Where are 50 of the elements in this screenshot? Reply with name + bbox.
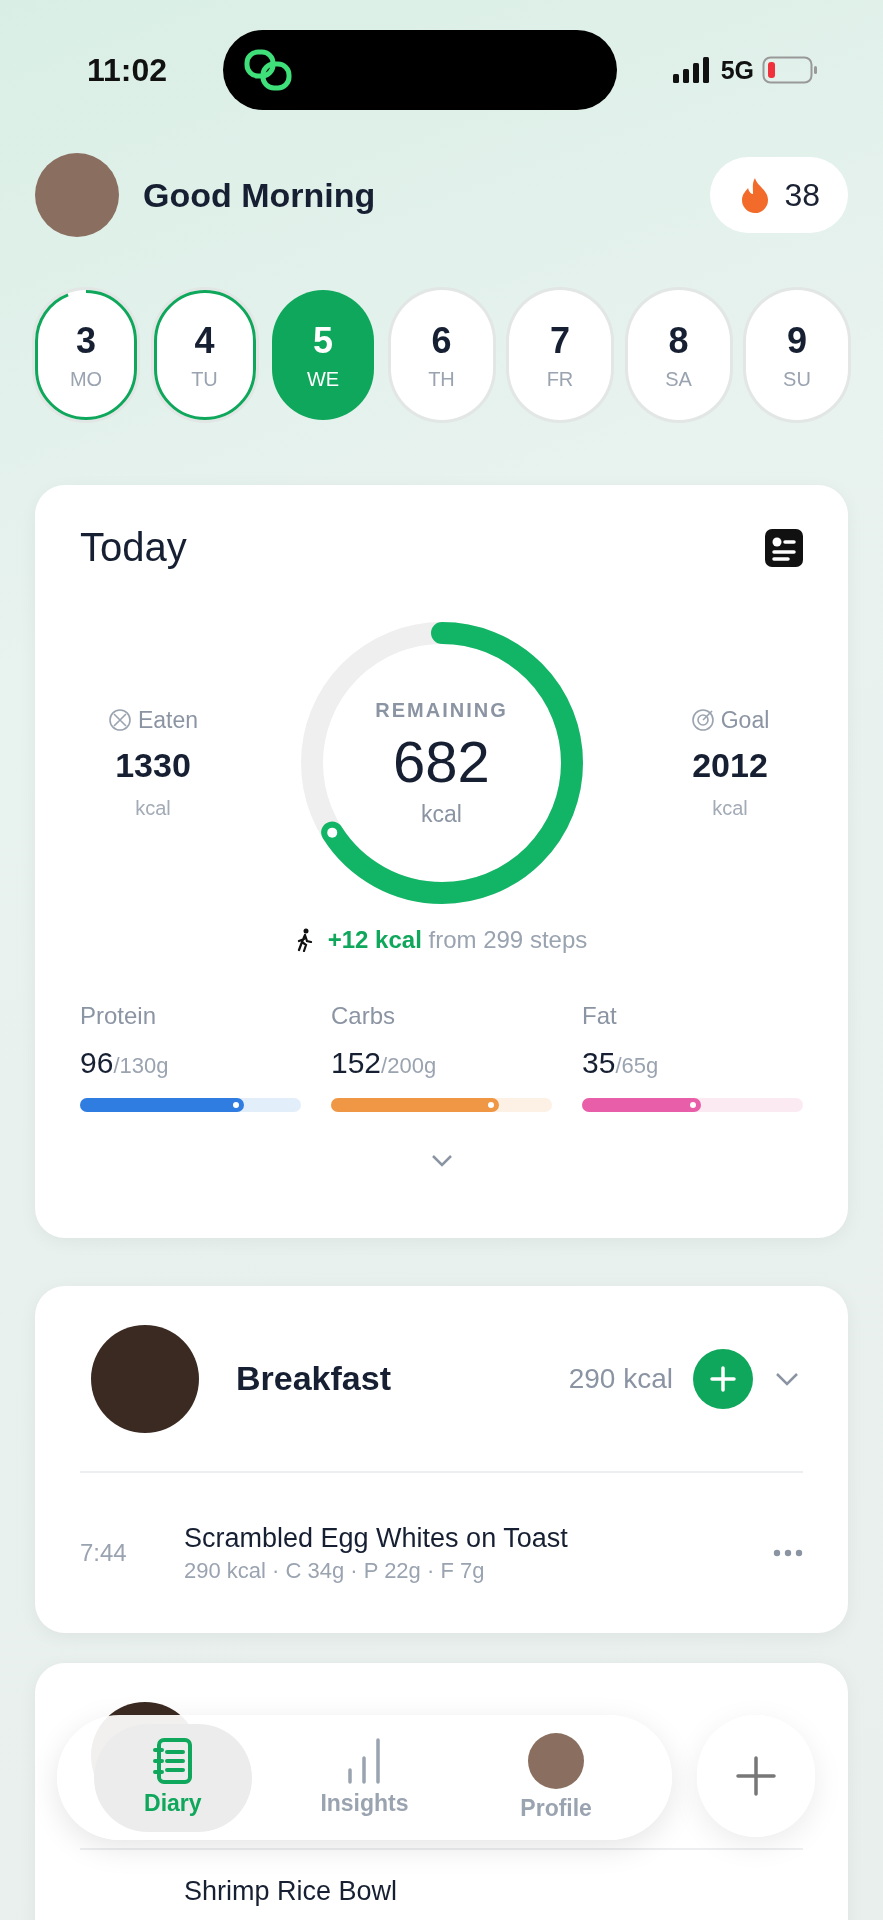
plus-icon [736,1756,776,1796]
streak-count: 38 [784,176,820,214]
stat-label: Eaten [137,706,199,734]
bar-chart-icon [346,1738,383,1784]
notebook-icon [152,1738,193,1784]
status-time: 11:02 [87,51,168,89]
flame-icon [740,177,771,213]
battery-icon [762,56,818,84]
entry-time: 7:44 [80,1539,128,1567]
macro-label: Carbs [331,1002,397,1030]
plus-icon [710,1365,736,1392]
day-tab[interactable]: 3 MO [35,290,137,420]
linked-rings-icon [242,48,295,92]
macro-amount: 35 [582,1046,616,1080]
remaining-value: 682 [393,727,490,795]
macro-label: Fat [582,1002,618,1030]
day-tab[interactable]: 4 TU [153,290,256,420]
steps-bonus: +12 kcal from 299 steps [327,926,588,954]
macro-amount: 152 [331,1046,382,1080]
walking-person-icon [295,928,314,952]
day-tab[interactable]: 6 TH [390,290,493,420]
meal-calories: 290 kcal [568,1362,673,1395]
food-name[interactable]: Shrimp Rice Bowl [184,1876,803,1907]
remaining-unit: kcal [421,800,462,828]
day-tab[interactable]: 7 FR [509,290,611,420]
target-icon [690,708,715,732]
more-icon[interactable] [773,1549,803,1557]
card-title: Today [80,525,187,570]
food-details: 290 kcal · C 34g · P 22g · F 7g [184,1557,486,1584]
macro-label: Protein [80,1002,158,1030]
stat-label: Goal [720,706,770,734]
greeting: Good Morning [143,175,377,215]
macro-target: /130g [113,1053,169,1079]
stat-value: 2012 [692,745,768,785]
day-tab[interactable]: 8 SA [627,290,730,420]
summary-icon[interactable] [765,528,803,567]
food-name[interactable]: Scrambled Egg Whites on Toast [184,1522,773,1554]
macro-target: /65g [615,1053,659,1079]
stat-unit: kcal [135,796,171,820]
streak-badge[interactable]: 38 [710,157,848,233]
stat-unit: kcal [712,796,748,820]
chevron-down-icon[interactable] [775,1371,799,1386]
day-tab[interactable]: 9 SU [746,290,848,420]
network-label: 5G [720,55,754,85]
macro-target: /200g [381,1053,437,1079]
chevron-down-icon[interactable] [430,1154,453,1168]
ring-label: REMAINING [375,698,508,722]
meal-title: Breakfast [236,1359,392,1398]
stat-value: 1330 [115,745,191,785]
macro-amount: 96 [80,1046,114,1080]
